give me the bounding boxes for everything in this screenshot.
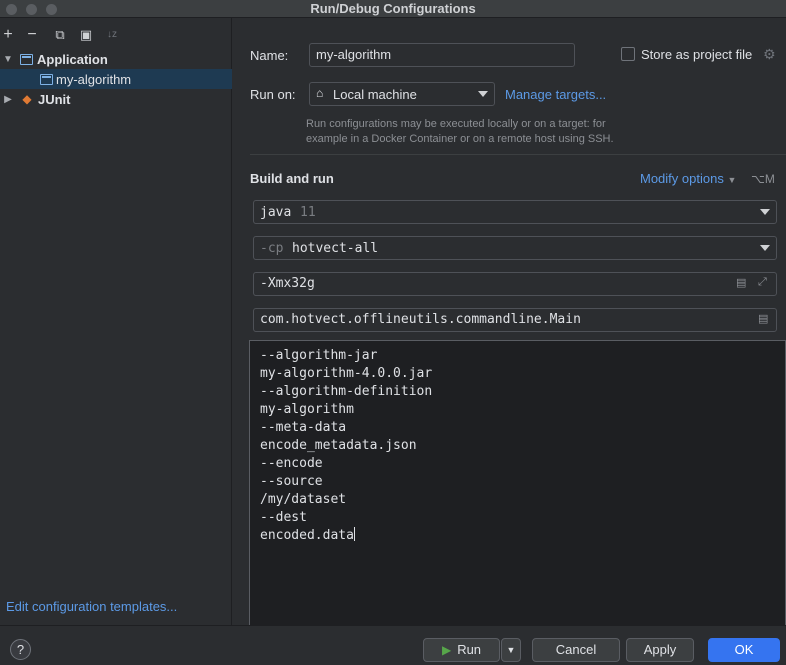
jdk-dropdown[interactable]: java 11 bbox=[253, 200, 777, 224]
chevron-down-icon[interactable]: ▼ bbox=[2, 54, 14, 65]
store-as-project-label[interactable]: Store as project file bbox=[641, 47, 752, 62]
classpath-module-dropdown[interactable]: -cp hotvect-all bbox=[253, 236, 777, 260]
home-icon: ⌂ bbox=[316, 86, 324, 100]
name-field[interactable]: my-algorithm bbox=[309, 43, 575, 67]
run-on-label: Run on: bbox=[250, 87, 296, 102]
remove-icon[interactable]: − bbox=[24, 26, 40, 44]
vm-options-field[interactable]: -Xmx32g bbox=[253, 272, 777, 296]
name-label: Name: bbox=[250, 48, 289, 63]
sidebar-toolbar: + − ⧉ ▣ ↓z bbox=[0, 26, 232, 46]
configuration-editor: Name: my-algorithm Store as project file… bbox=[233, 18, 786, 640]
application-config-icon bbox=[40, 73, 53, 85]
jdk-version: 11 bbox=[300, 205, 316, 220]
modify-options-shortcut: ⌥M bbox=[751, 172, 775, 186]
window-title: Run/Debug Configurations bbox=[310, 1, 476, 16]
configurations-sidebar: + − ⧉ ▣ ↓z ▼ Application my-algorithm ▶ … bbox=[0, 18, 232, 625]
cp-value: hotvect-all bbox=[292, 241, 379, 256]
copy-icon[interactable]: ⧉ bbox=[52, 26, 68, 44]
sort-icon[interactable]: ↓z bbox=[104, 26, 120, 44]
application-icon bbox=[20, 53, 33, 65]
tree-item-application[interactable]: ▼ Application bbox=[0, 49, 232, 69]
cp-prefix: -cp bbox=[260, 241, 284, 256]
run-on-value: Local machine bbox=[333, 87, 417, 102]
chevron-right-icon[interactable]: ▶ bbox=[2, 94, 14, 105]
run-button[interactable]: ▶ Run bbox=[423, 638, 500, 662]
arg-line: encode_metadata.json bbox=[260, 438, 417, 453]
run-on-hint: Run configurations may be executed local… bbox=[306, 118, 614, 145]
chevron-down-icon bbox=[478, 91, 488, 97]
tree-item-junit[interactable]: ▶ ◆ JUnit bbox=[0, 89, 232, 109]
document-icon[interactable]: ▤ bbox=[758, 312, 768, 325]
arg-line: /my/dataset bbox=[260, 492, 347, 507]
tree-item-label: Application bbox=[37, 51, 108, 67]
arg-line: --dest bbox=[260, 510, 307, 525]
help-button[interactable]: ? bbox=[10, 639, 31, 660]
chevron-down-icon bbox=[760, 209, 770, 215]
chevron-down-icon bbox=[760, 245, 770, 251]
tree-item-label: my-algorithm bbox=[56, 71, 132, 87]
chevron-down-icon: ▼ bbox=[727, 175, 737, 185]
folder-icon[interactable]: ▣ bbox=[78, 26, 94, 44]
run-label: Run bbox=[457, 642, 482, 657]
divider bbox=[250, 154, 786, 155]
arg-line: --algorithm-jar bbox=[260, 348, 378, 363]
jdk-main: java bbox=[260, 205, 292, 220]
run-on-dropdown[interactable]: ⌂ Local machine bbox=[309, 82, 495, 106]
arg-line: my-algorithm bbox=[260, 402, 354, 417]
tree-item-label: JUnit bbox=[38, 91, 71, 107]
add-icon[interactable]: + bbox=[0, 26, 16, 44]
arg-line: --source bbox=[260, 474, 323, 489]
ok-button[interactable]: OK bbox=[708, 638, 780, 662]
expand-icon[interactable]: ⤢ bbox=[758, 276, 767, 289]
modify-options-link[interactable]: Modify options ▼ bbox=[640, 171, 736, 186]
gear-icon[interactable]: ⚙ bbox=[763, 46, 776, 63]
edit-templates-link[interactable]: Edit configuration templates... bbox=[6, 599, 177, 614]
text-caret bbox=[353, 527, 355, 541]
arg-line: --algorithm-definition bbox=[260, 384, 433, 399]
arg-line: --encode bbox=[260, 456, 323, 471]
program-arguments-editor[interactable]: --algorithm-jar my-algorithm-4.0.0.jar -… bbox=[249, 340, 786, 640]
arg-line-text: encoded.data bbox=[260, 528, 354, 543]
arg-line-last: encoded.data bbox=[260, 527, 775, 545]
tree-item-my-algorithm[interactable]: my-algorithm bbox=[0, 69, 232, 89]
main-class-field[interactable]: com.hotvect.offlineutils.commandline.Mai… bbox=[253, 308, 777, 332]
manage-targets-link[interactable]: Manage targets... bbox=[505, 87, 606, 102]
junit-icon: ◆ bbox=[22, 92, 32, 106]
cancel-button[interactable]: Cancel bbox=[532, 638, 620, 662]
document-icon[interactable]: ▤ bbox=[736, 276, 746, 289]
modify-options-label: Modify options bbox=[640, 171, 724, 186]
build-and-run-heading: Build and run bbox=[250, 171, 334, 186]
apply-button[interactable]: Apply bbox=[626, 638, 694, 662]
arg-line: my-algorithm-4.0.0.jar bbox=[260, 366, 433, 381]
chevron-down-icon: ▼ bbox=[506, 645, 516, 655]
arg-line: --meta-data bbox=[260, 420, 347, 435]
dialog-button-bar: ? ▶ Run ▼ Cancel Apply OK bbox=[0, 625, 786, 665]
run-dropdown-button[interactable]: ▼ bbox=[501, 638, 521, 662]
store-as-project-checkbox[interactable] bbox=[621, 47, 635, 61]
title-bar: Run/Debug Configurations bbox=[0, 0, 786, 18]
play-icon: ▶ bbox=[441, 643, 452, 657]
